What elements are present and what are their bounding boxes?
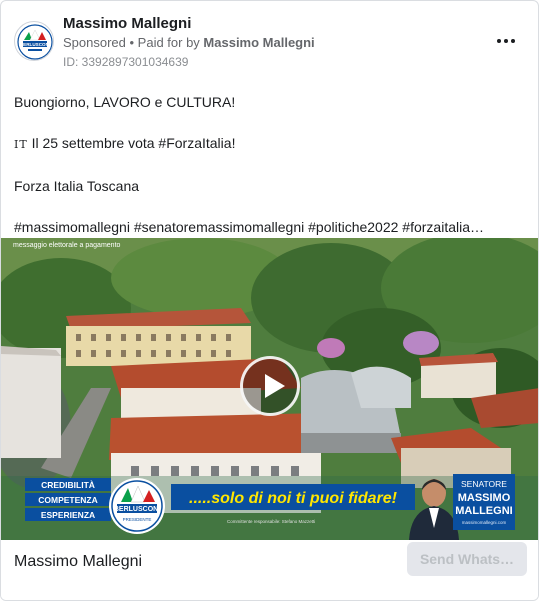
party-logo-icon: BERLUSCONI PRESIDENTE: [109, 478, 165, 534]
body-line-3: Forza Italia Toscana: [14, 178, 140, 194]
committente-caption: Committente responsabile: Stefano Mazzet…: [227, 519, 315, 524]
slogan-text: .....solo di noi ti puoi fidare!: [189, 490, 398, 507]
ad-header: BERLUSCONI Massimo Mallegni Sponsored • …: [1, 1, 538, 81]
values-list: CREDIBILITÀ COMPETENZA ESPERIENZA: [25, 478, 111, 521]
value-credibility: CREDIBILITÀ: [41, 480, 95, 490]
footer-advertiser-name[interactable]: Massimo Mallegni: [14, 553, 142, 571]
party-logo-text: BERLUSCONI: [114, 506, 160, 513]
candidate-first-name: MASSIMO: [458, 492, 511, 504]
candidate-website: massimomallegni.com: [462, 520, 507, 525]
forza-italia-logo-icon: BERLUSCONI: [16, 23, 53, 60]
paid-for-prefix: • Paid for by: [125, 35, 204, 50]
ad-body-text: Buongiorno, LAVORO e CULTURA! IT Il 25 s…: [14, 93, 524, 259]
ellipsis-icon: [497, 39, 501, 43]
svg-text:BERLUSCONI: BERLUSCONI: [20, 42, 50, 47]
italy-flag-icon: IT: [14, 138, 28, 151]
value-experience: ESPERIENZA: [41, 510, 95, 520]
body-line-2: IT Il 25 settembre vota #ForzaItalia!: [14, 135, 236, 151]
page-name-link[interactable]: Massimo Mallegni: [63, 15, 191, 32]
ad-id: ID: 3392897301034639: [63, 55, 189, 69]
more-options-button[interactable]: [494, 31, 518, 51]
sponsored-line: Sponsored • Paid for by Massimo Mallegni: [63, 35, 315, 50]
ad-card: BERLUSCONI Massimo Mallegni Sponsored • …: [0, 0, 539, 601]
top-caption: messaggio elettorale a pagamento: [13, 242, 121, 249]
ad-footer: Massimo Mallegni Send Whats…: [1, 540, 538, 600]
play-icon[interactable]: [240, 356, 300, 416]
sponsored-label: Sponsored: [63, 35, 126, 50]
body-hashtags[interactable]: #massimomallegni #senatoremassimomallegn…: [14, 218, 524, 236]
value-competence: COMPETENZA: [38, 495, 98, 505]
paid-for-by-name[interactable]: Massimo Mallegni: [203, 35, 314, 50]
body-line-1: Buongiorno, LAVORO e CULTURA!: [14, 94, 236, 110]
candidate-title: SENATORE: [461, 479, 507, 489]
candidate-last-name: MALLEGNI: [455, 505, 512, 517]
send-whatsapp-button[interactable]: Send Whats…: [407, 542, 527, 576]
page-avatar[interactable]: BERLUSCONI: [14, 21, 54, 61]
party-logo-sub: PRESIDENTE: [123, 517, 152, 522]
